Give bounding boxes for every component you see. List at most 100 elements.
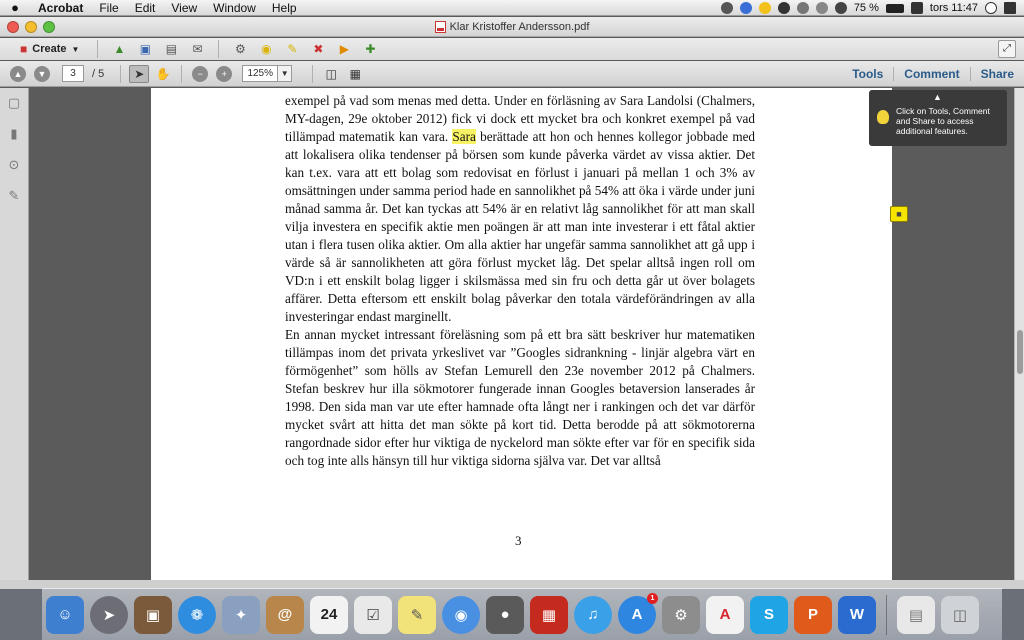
powerpoint-icon[interactable]: P: [794, 595, 832, 634]
tooltip-text: Click on Tools, Comment and Share to acc…: [896, 106, 990, 136]
notes-icon[interactable]: ✎: [398, 595, 436, 634]
close-window-button[interactable]: [7, 21, 19, 33]
settings-gear-icon[interactable]: ⚙: [231, 41, 249, 57]
highlighted-word[interactable]: Sara: [452, 129, 476, 144]
bluetooth-icon[interactable]: [815, 2, 828, 14]
document-viewer[interactable]: exempel på vad som menas med detta. Unde…: [30, 88, 1014, 580]
zoom-out-icon[interactable]: −: [192, 65, 209, 82]
mail-bird-icon[interactable]: ✦: [222, 595, 260, 634]
export-icon[interactable]: ▶: [335, 41, 353, 57]
dropbox-icon[interactable]: [720, 2, 733, 14]
menu-file[interactable]: File: [91, 0, 126, 16]
facetime-icon[interactable]: ●: [486, 595, 524, 634]
time-machine-icon[interactable]: [796, 2, 809, 14]
expand-icon[interactable]: ⤢: [998, 40, 1016, 58]
dock-area: ☺ ➤ ▣ ❁ ✦ @ 24 ☑ ✎ ◉ ● ▦ ♫ A1 ⚙ A S P W …: [0, 580, 1024, 640]
calendar-day: 24: [320, 606, 338, 623]
select-cursor-icon[interactable]: ➤: [129, 64, 150, 83]
zoom-dropdown-icon[interactable]: ▼: [278, 65, 293, 82]
lightbulb-icon: [877, 110, 889, 124]
app-store-icon[interactable]: A1: [618, 592, 658, 634]
minimize-window-button[interactable]: [25, 21, 37, 33]
zoom-in-icon[interactable]: +: [216, 65, 233, 82]
reminders-icon[interactable]: ☑: [354, 595, 392, 634]
spotlight-icon[interactable]: [985, 2, 997, 14]
app-store-badge: 1: [647, 592, 658, 604]
vertical-scrollbar[interactable]: [1014, 88, 1024, 580]
check-icon[interactable]: [758, 2, 771, 14]
menu-acrobat[interactable]: Acrobat: [30, 0, 91, 16]
tools-link[interactable]: Tools: [842, 67, 893, 81]
page-number-input[interactable]: 3: [62, 65, 84, 82]
sticky-note-comment-icon[interactable]: ■: [890, 206, 908, 222]
create-icon: ■: [20, 42, 28, 56]
zoom-window-button[interactable]: [43, 21, 55, 33]
pdf-page[interactable]: exempel på vad som menas med detta. Unde…: [151, 88, 908, 580]
zoom-level-field[interactable]: 125%: [242, 65, 279, 82]
highlight-icon[interactable]: ✎: [283, 41, 301, 57]
rocket-icon[interactable]: [777, 2, 790, 14]
documents-stack-icon[interactable]: ▤: [897, 595, 935, 634]
delete-page-icon[interactable]: ✖: [309, 41, 327, 57]
menu-help[interactable]: Help: [264, 0, 305, 16]
photo-app-icon[interactable]: ▣: [134, 595, 172, 634]
menu-bar: ● Acrobat File Edit View Window Help 75 …: [0, 0, 1024, 16]
tools-tooltip: ▲ Click on Tools, Comment and Share to a…: [869, 90, 1007, 146]
apple-menu-icon[interactable]: ●: [0, 0, 30, 15]
page-number: 3: [515, 533, 522, 548]
fit-page-icon[interactable]: ◫: [321, 65, 341, 83]
finder-icon[interactable]: ☺: [46, 595, 84, 634]
scroll-thumb[interactable]: [1017, 330, 1023, 374]
contacts-icon[interactable]: @: [266, 595, 304, 634]
trash-icon[interactable]: ◫: [941, 595, 979, 634]
paragraph-1-rest: berättade att hon och hennes kollegor jo…: [285, 129, 756, 324]
next-page-icon[interactable]: ▼: [34, 65, 50, 82]
messages-icon[interactable]: ◉: [442, 595, 480, 634]
comment-link[interactable]: Comment: [893, 67, 969, 81]
toolbar-divider: [181, 64, 183, 83]
create-button[interactable]: ■ Create ▼: [12, 39, 87, 59]
photo-booth-icon[interactable]: ▦: [530, 595, 568, 634]
battery-percent[interactable]: 75 %: [854, 2, 879, 14]
save-icon[interactable]: ▣: [136, 41, 154, 57]
volume-icon[interactable]: [910, 2, 923, 14]
calendar-icon[interactable]: 24: [310, 595, 348, 634]
page-text: exempel på vad som menas med detta. Unde…: [285, 88, 755, 470]
status-area: 75 % tors 11:47: [720, 0, 1024, 16]
dock-separator: [886, 594, 887, 635]
fit-width-icon[interactable]: ▦: [345, 65, 365, 83]
toolbar-divider: [312, 64, 314, 83]
signature-icon[interactable]: ✎: [7, 189, 21, 203]
notification-center-icon[interactable]: [1004, 2, 1016, 14]
menu-view[interactable]: View: [163, 0, 205, 16]
insert-page-icon[interactable]: ✚: [361, 41, 379, 57]
sync-icon[interactable]: [739, 2, 752, 14]
word-icon[interactable]: W: [838, 595, 876, 634]
safari-icon[interactable]: ❁: [178, 595, 216, 634]
system-preferences-icon[interactable]: ⚙: [662, 595, 700, 634]
toolbar-divider: [218, 40, 220, 58]
wifi-icon[interactable]: [834, 2, 847, 14]
previous-page-icon[interactable]: ▲: [10, 65, 26, 82]
clock[interactable]: tors 11:47: [930, 2, 978, 14]
bookmarks-icon[interactable]: ▮: [7, 127, 21, 141]
comment-bubble-icon[interactable]: ◉: [257, 41, 275, 57]
acrobat-icon[interactable]: A: [706, 595, 744, 634]
attachment-paperclip-icon[interactable]: ⊙: [7, 158, 21, 172]
itunes-icon[interactable]: ♫: [574, 595, 612, 634]
skype-icon[interactable]: S: [750, 595, 788, 634]
create-label: Create: [32, 43, 67, 55]
page-thumbnails-icon[interactable]: ▢: [7, 96, 21, 110]
menu-window[interactable]: Window: [205, 0, 264, 16]
launchpad-icon[interactable]: ➤: [90, 595, 128, 634]
toolbar-divider: [97, 40, 99, 58]
menu-edit[interactable]: Edit: [127, 0, 164, 16]
print-icon[interactable]: ▤: [162, 41, 180, 57]
email-icon[interactable]: ✉: [188, 41, 206, 57]
main-toolbar: ■ Create ▼ ▲ ▣ ▤ ✉ ⚙ ◉ ✎ ✖ ▶ ✚ ⤢: [0, 38, 1024, 60]
caret-up-icon: ▲: [933, 92, 942, 102]
battery-icon[interactable]: [885, 3, 904, 13]
hand-tool-icon[interactable]: ✋: [153, 65, 173, 83]
open-folder-icon[interactable]: ▲: [110, 41, 128, 57]
share-link[interactable]: Share: [969, 67, 1024, 81]
